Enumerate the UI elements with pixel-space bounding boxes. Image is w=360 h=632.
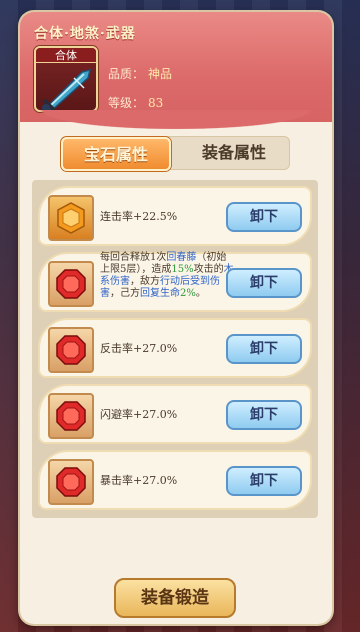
unequip-button[interactable]: 卸下 [226, 400, 302, 430]
unequip-button[interactable]: 卸下 [226, 334, 302, 364]
gem-attribute-text: 连击率+22.5% [100, 210, 178, 223]
panel-header: 合体·地煞·武器 合体 品质： 神品 等级： 83 [20, 12, 332, 132]
gem-list: 连击率+22.5% 卸下 每回合释放1次回春藤（初始上限5层），造成15%攻击的… [32, 180, 318, 518]
tab-equipment-attributes[interactable]: 装备属性 [179, 137, 289, 171]
forge-equipment-button[interactable]: 装备锻造 [114, 578, 236, 618]
list-item: 暴击率+27.0% 卸下 [38, 450, 312, 510]
unequip-button[interactable]: 卸下 [226, 466, 302, 496]
gem-attribute-text: 暴击率+27.0% [100, 474, 178, 487]
page-title: 合体·地煞·武器 [34, 26, 136, 42]
gem-slot[interactable] [48, 195, 94, 241]
quality-value: 神品 [148, 67, 173, 81]
gem-slot[interactable] [48, 261, 94, 307]
orange-gem-icon [57, 202, 85, 234]
unequip-button[interactable]: 卸下 [226, 202, 302, 232]
unequip-button[interactable]: 卸下 [226, 268, 302, 298]
list-item: 每回合释放1次回春藤（初始上限5层），造成15%攻击的木系伤害，敌方行动后受到伤… [38, 252, 312, 312]
quality-label: 品质： [108, 67, 145, 81]
level-label: 等级： [108, 96, 145, 110]
gem-slot[interactable] [48, 393, 94, 439]
red-gem-icon [56, 335, 86, 365]
red-gem-icon [56, 401, 86, 431]
list-item: 闪避率+27.0% 卸下 [38, 384, 312, 444]
attribute-tabs: 宝石属性 装备属性 [60, 136, 290, 171]
gem-attribute-text: 反击率+27.0% [100, 342, 178, 355]
red-gem-icon [56, 467, 86, 497]
sword-icon [42, 68, 92, 110]
gem-slot[interactable] [48, 459, 94, 505]
quality-info: 品质： 神品 [108, 65, 172, 82]
level-info: 等级： 83 [108, 94, 163, 111]
red-gem-icon [56, 269, 86, 299]
list-item: 连击率+22.5% 卸下 [38, 186, 312, 246]
weapon-icon-frame[interactable]: 合体 [34, 46, 98, 112]
gem-skill-text: 每回合释放1次回春藤（初始上限5层），造成15%攻击的木系伤害，敌方行动后受到伤… [100, 252, 234, 299]
gem-attribute-text: 闪避率+27.0% [100, 408, 178, 421]
list-item: 反击率+27.0% 卸下 [38, 318, 312, 378]
level-value: 83 [148, 96, 164, 110]
icon-tag-label: 合体 [36, 48, 96, 63]
gem-slot[interactable] [48, 327, 94, 373]
equipment-panel: 合体·地煞·武器 合体 品质： 神品 等级： 83 宝石属性 装备属性 连击率+… [20, 12, 332, 624]
tab-gem-attributes[interactable]: 宝石属性 [61, 137, 171, 171]
